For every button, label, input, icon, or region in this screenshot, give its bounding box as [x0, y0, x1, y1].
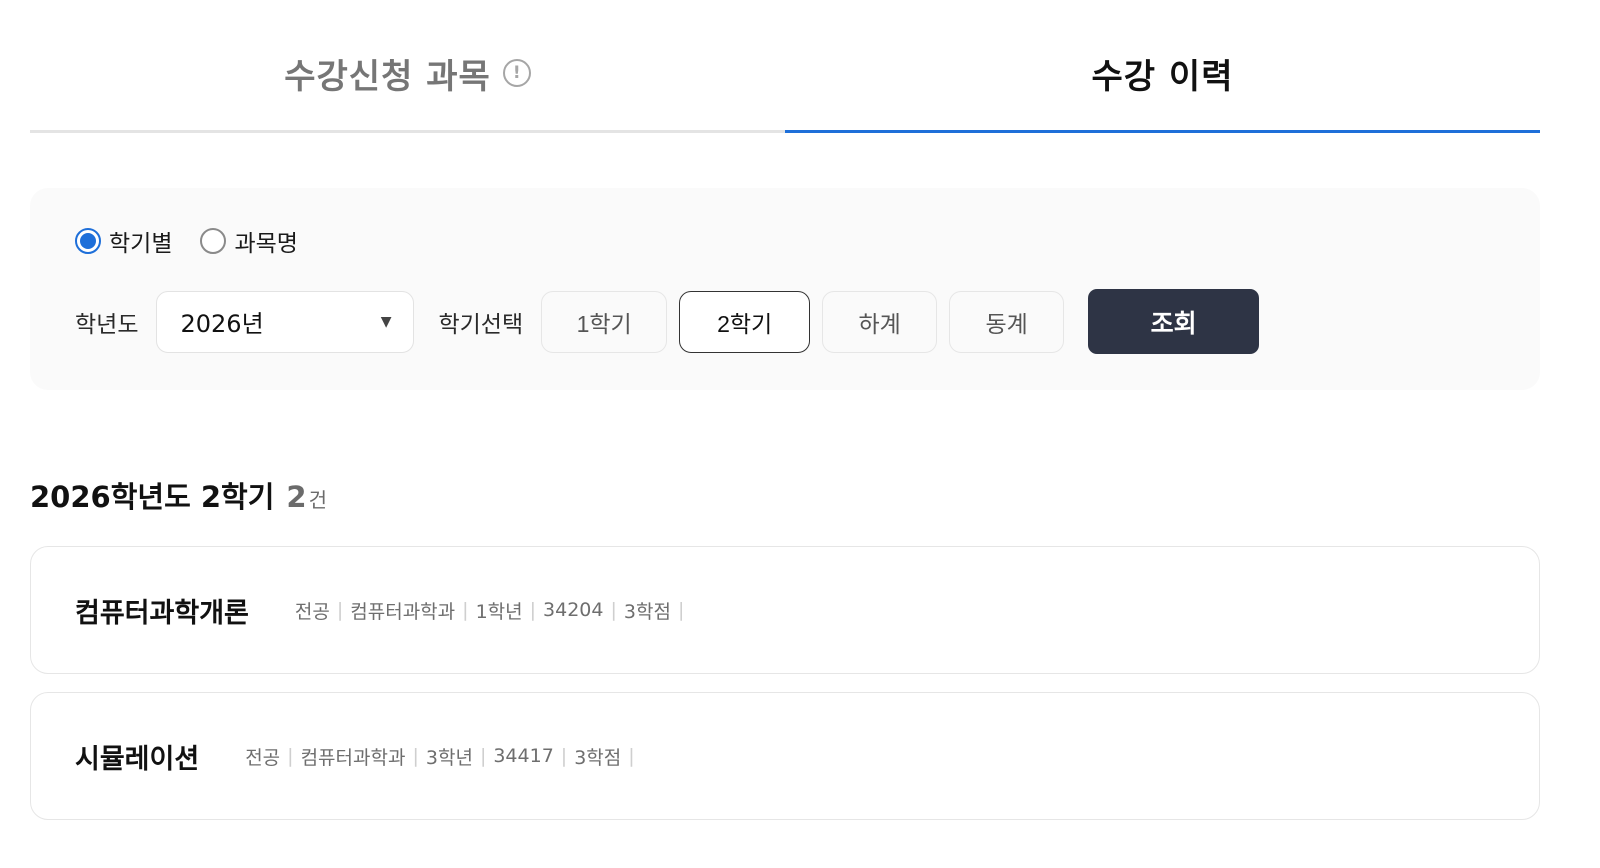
- result-heading: 2026학년도 2학기: [30, 480, 275, 514]
- course-code: 34204: [543, 599, 604, 621]
- search-button[interactable]: 조회: [1088, 289, 1260, 354]
- meta-separator: |: [628, 745, 635, 767]
- course-card[interactable]: 시뮬레이션 전공 | 컴퓨터과학과 | 3학년 | 34417 | 3학점 |: [30, 692, 1540, 820]
- radio-unchecked-icon[interactable]: [200, 228, 227, 254]
- filter-row: 학년도 2026년 ▼ 학기선택 1학기 2학기 하계 동계 조회: [75, 289, 1260, 354]
- course-grade-year: 1학년: [475, 600, 523, 623]
- semester-button-1[interactable]: 1학기: [541, 290, 668, 353]
- meta-separator: |: [479, 745, 487, 767]
- course-meta: 전공 | 컴퓨터과학과 | 3학년 | 34417 | 3학점 |: [245, 743, 641, 770]
- result-count-unit: 건: [308, 488, 327, 512]
- tab-label: 수강 이력: [1091, 56, 1234, 97]
- info-icon[interactable]: !: [502, 59, 531, 87]
- semester-button-winter[interactable]: 동계: [949, 290, 1065, 353]
- result-summary: 2026학년도 2학기 2 건: [30, 474, 327, 516]
- meta-separator: |: [412, 745, 419, 767]
- filter-panel: 학기별 과목명 학년도 2026년 ▼ 학기선택 1학기 2학기 하계 동계 조…: [30, 188, 1540, 390]
- radio-label: 학기별: [109, 231, 173, 257]
- course-name: 시뮬레이션: [75, 743, 200, 775]
- course-credits: 3학점: [574, 746, 622, 769]
- course-credits: 3학점: [623, 600, 671, 623]
- semester-button-2[interactable]: 2학기: [679, 290, 811, 353]
- year-select-value: 2026년: [180, 310, 264, 338]
- course-type: 전공: [245, 746, 281, 769]
- course-department: 컴퓨터과학과: [350, 600, 456, 623]
- course-meta: 전공 | 컴퓨터과학과 | 1학년 | 34204 | 3학점 |: [295, 597, 691, 624]
- tab-registered-courses[interactable]: 수강신청 과목 !: [30, 0, 785, 133]
- meta-separator: |: [529, 599, 537, 621]
- semester-button-summer[interactable]: 하계: [822, 290, 938, 353]
- meta-separator: |: [560, 745, 568, 767]
- year-label: 학년도: [75, 311, 139, 338]
- meta-separator: |: [610, 599, 617, 621]
- course-name: 컴퓨터과학개론: [75, 597, 249, 629]
- radio-by-course-name[interactable]: 과목명: [200, 224, 298, 258]
- page: 수강신청 과목 ! 수강 이력 학기별 과목명 학년도 2026년 ▼ 학기선택: [0, 0, 1600, 868]
- course-grade-year: 3학년: [425, 746, 473, 769]
- course-type: 전공: [294, 600, 330, 623]
- radio-checked-icon[interactable]: [75, 228, 101, 254]
- tab-course-history[interactable]: 수강 이력: [785, 0, 1540, 133]
- course-code: 34417: [493, 745, 554, 767]
- caret-down-icon: ▼: [380, 313, 392, 330]
- radio-by-semester[interactable]: 학기별: [75, 224, 172, 258]
- meta-separator: |: [677, 599, 685, 621]
- semester-label: 학기선택: [438, 311, 524, 338]
- meta-separator: |: [336, 599, 344, 621]
- meta-separator: |: [287, 745, 294, 767]
- tab-label: 수강신청 과목: [284, 56, 491, 97]
- tab-bar: 수강신청 과목 ! 수강 이력: [30, 0, 1540, 133]
- course-card[interactable]: 컴퓨터과학개론 전공 | 컴퓨터과학과 | 1학년 | 34204 | 3학점 |: [30, 546, 1540, 674]
- radio-label: 과목명: [234, 231, 298, 257]
- course-department: 컴퓨터과학과: [300, 746, 406, 769]
- search-mode-radios: 학기별 과목명: [75, 224, 298, 258]
- meta-separator: |: [462, 599, 469, 621]
- result-count: 2: [286, 480, 307, 514]
- year-select[interactable]: 2026년 ▼: [156, 290, 415, 353]
